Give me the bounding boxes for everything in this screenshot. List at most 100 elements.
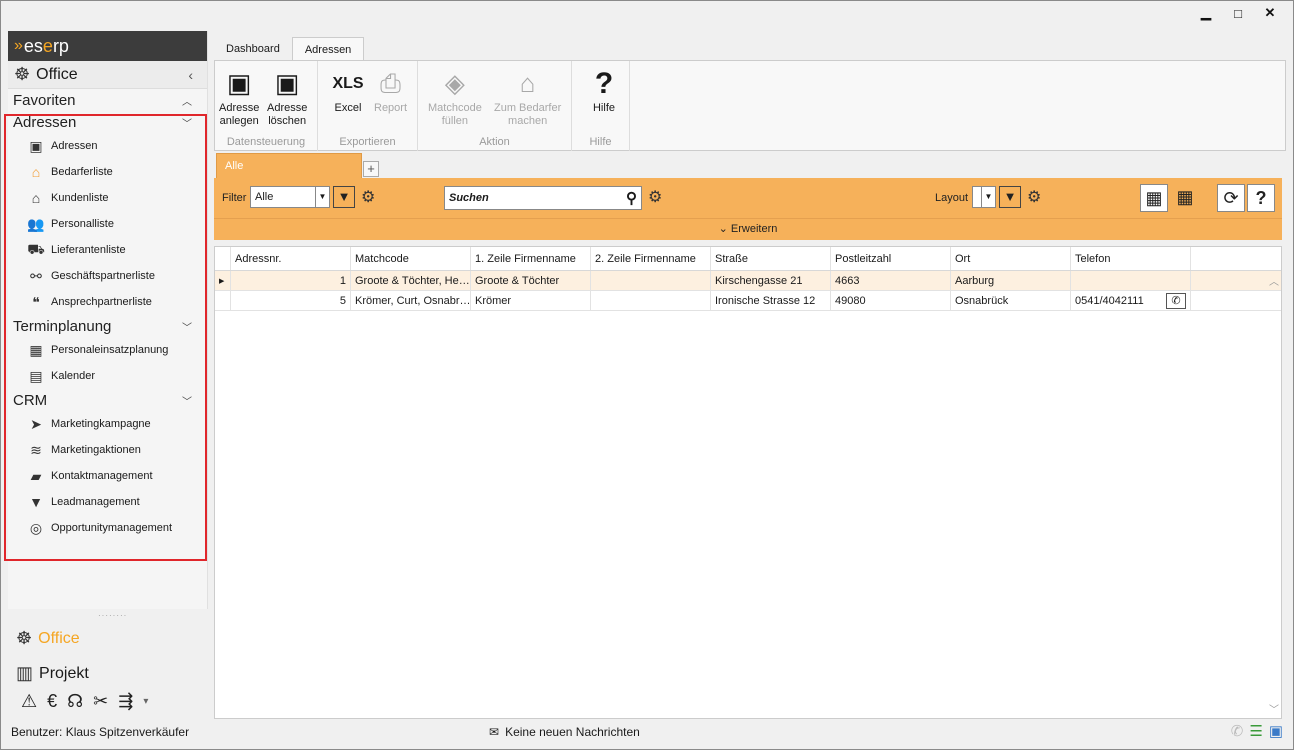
search-icon[interactable]: ⚲ [626,189,637,207]
hilfe-button[interactable]: ? Hilfe [588,67,620,115]
view-tab-alle[interactable]: Alle [216,153,362,178]
module-title: Office [36,65,78,83]
tools-icon[interactable]: ✂ [93,691,108,712]
table-row[interactable]: ▶ 1 Groote & Töchter, He… Groote & Töcht… [215,271,1281,291]
section-crm[interactable]: CRM ﹀ [8,389,207,411]
printer-icon: ⎙ [380,67,401,98]
nav-item-kundenliste[interactable]: ⌂ Kundenliste [8,185,207,211]
nav-item-marketingkampagne[interactable]: ➤ Marketingkampagne [8,411,207,437]
nav-item-bedarferliste[interactable]: ⌂ Bedarferliste [8,159,207,185]
nav-item-leadmanagement[interactable]: ▼ Leadmanagement [8,489,207,515]
group-datensteuerung: ▣ Adresse anlegen ▣ Adresse löschen Datens… [215,61,318,151]
database-icon[interactable]: ☰ [1249,722,1262,740]
column-header[interactable]: Ort [951,247,1071,270]
scroll-down-icon[interactable]: ﹀ [1269,701,1279,716]
layout-select[interactable]: ▼ [972,186,996,208]
delete-address-icon: ▣ [274,67,300,98]
group-exportieren: XLS Excel ⎙ Report Exportieren [318,61,418,151]
help-button[interactable]: ? [1247,184,1275,212]
nav-item-kontaktmanagement[interactable]: ▰ Kontaktmanagement [8,463,207,489]
grid-header: Adressnr. Matchcode 1. Zeile Firmenname … [215,247,1281,271]
close-button[interactable]: ✕ [1255,3,1285,23]
ship-wheel-icon: ☸ [16,628,33,648]
expand-filter-button[interactable]: ⌄ Erweitern [214,218,1282,240]
add-address-icon: ▣ [226,67,252,98]
table-row[interactable]: 5 Krömer, Curt, Osnabr… Krömer Ironische… [215,291,1281,311]
more-dropdown-icon[interactable]: ▾ [143,696,148,707]
nav-item-kalender[interactable]: ▤ Kalender [8,363,207,389]
scroll-up-icon[interactable]: ︿ [1269,273,1279,288]
address-grid: Adressnr. Matchcode 1. Zeile Firmenname … [214,246,1282,719]
matchcode-fuellen-button[interactable]: ◈ Matchcode füllen [428,67,482,128]
section-adressen[interactable]: Adressen ﹀ [8,111,207,133]
column-header[interactable]: Adressnr. [231,247,351,270]
adresse-anlegen-button[interactable]: ▣ Adresse anlegen [219,67,259,128]
status-icons: ✆ ☰ ▣ [1231,722,1283,740]
column-header[interactable]: 2. Zeile Firmenname [591,247,711,270]
module-switcher: ☸ Office ▥ Projekt [8,621,208,691]
layout-settings-icon[interactable]: ⚙ [1027,187,1041,207]
maximize-button[interactable]: □ [1223,3,1253,23]
section-favoriten[interactable]: Favoriten ︿ [8,89,207,111]
euro-icon[interactable]: € [47,691,57,712]
nav-item-adressen[interactable]: ▣ Adressen [8,133,207,159]
tab-adressen[interactable]: Adressen [291,37,365,61]
report-button[interactable]: ⎙ Report [374,67,407,115]
filter-bar: Filter Alle ▼ ▼ ⚙ Suchen ⚲ ⚙ Layout ▼ ▼ … [214,178,1282,218]
column-header[interactable]: Telefon [1071,247,1191,270]
column-header[interactable]: Matchcode [351,247,471,270]
truck-icon: ⛟ [27,240,45,257]
people-icon: 👥 [27,215,45,232]
office-module-header[interactable]: ☸ Office ‹ [8,61,207,89]
add-view-tab-button[interactable]: + [363,161,379,177]
nav-item-opportunitymanagement[interactable]: ◎ Opportunitymanagement [8,515,207,541]
excel-button[interactable]: XLS Excel [332,67,364,115]
zum-bedarfer-machen-button[interactable]: ⌂ Zum Bedarfer machen [494,67,561,128]
ribbon: ▣ Adresse anlegen ▣ Adresse löschen Datens… [214,60,1286,151]
workflow-icon[interactable]: ⇶ [118,691,133,712]
nav-item-lieferantenliste[interactable]: ⛟ Lieferantenliste [8,237,207,263]
paint-bucket-icon: ◈ [444,67,465,98]
module-projekt[interactable]: ▥ Projekt [8,656,208,691]
sync-icon[interactable]: ▣ [1269,722,1283,740]
search-settings-icon[interactable]: ⚙ [648,187,662,207]
module-office[interactable]: ☸ Office [8,621,208,656]
current-user: Benutzer: Klaus Spitzenverkäufer [11,725,190,739]
quote-icon: ❝ [32,293,40,310]
tab-dashboard[interactable]: Dashboard [214,37,292,61]
column-header[interactable]: Postleitzahl [831,247,951,270]
nav-item-marketingaktionen[interactable]: ≋ Marketingaktionen [8,437,207,463]
headset-icon[interactable]: ☊ [67,691,83,712]
module-icon-bar: ⚠ € ☊ ✂ ⇶ ▾ [21,691,148,712]
tornado-icon: ≋ [30,441,42,458]
address-book-icon: ▣ [29,137,43,154]
grid-layout-button[interactable]: ▦ [1140,184,1168,212]
collapse-panel-icon[interactable]: ‹ [188,67,193,83]
nav-item-geschaeftspartnerliste[interactable]: ⚯ Geschäftspartnerliste [8,263,207,289]
column-header[interactable]: Straße [711,247,831,270]
refresh-button[interactable]: ⟳ [1217,184,1245,212]
grid-layout-alt-button[interactable]: ▦ [1171,184,1199,212]
filter-settings-icon[interactable]: ⚙ [361,187,375,207]
call-phone-icon[interactable]: ✆ [1166,292,1186,309]
chevron-down-icon: ﹀ [182,118,192,130]
house-add-icon: ⌂ [519,67,536,98]
nav-item-personalliste[interactable]: 👥 Personalliste [8,211,207,237]
phone-status-icon[interactable]: ✆ [1231,722,1244,740]
section-terminplanung[interactable]: Terminplanung ﹀ [8,315,207,337]
filter-funnel-button[interactable]: ▼ [333,186,355,208]
minimize-button[interactable]: ▁ [1191,3,1221,23]
nav-item-ansprechpartnerliste[interactable]: ❝ Ansprechpartnerliste [8,289,207,315]
messages-status[interactable]: ✉ Keine neuen Nachrichten [489,725,640,739]
panel-splitter[interactable]: ········ [98,611,127,620]
nav-item-personaleinsatzplanung[interactable]: ▦ Personaleinsatzplanung [8,337,207,363]
group-hilfe: ? Hilfe Hilfe [572,61,630,151]
chevron-down-icon: ﹀ [182,322,192,334]
alarm-light-icon[interactable]: ⚠ [21,691,37,712]
adresse-loeschen-button[interactable]: ▣ Adresse löschen [267,67,307,128]
funnel-icon: ▼ [29,494,43,510]
column-header[interactable]: 1. Zeile Firmenname [471,247,591,270]
filter-select[interactable]: Alle ▼ [250,186,330,208]
layout-funnel-button[interactable]: ▼ [999,186,1021,208]
search-input[interactable]: Suchen ⚲ [444,186,642,210]
